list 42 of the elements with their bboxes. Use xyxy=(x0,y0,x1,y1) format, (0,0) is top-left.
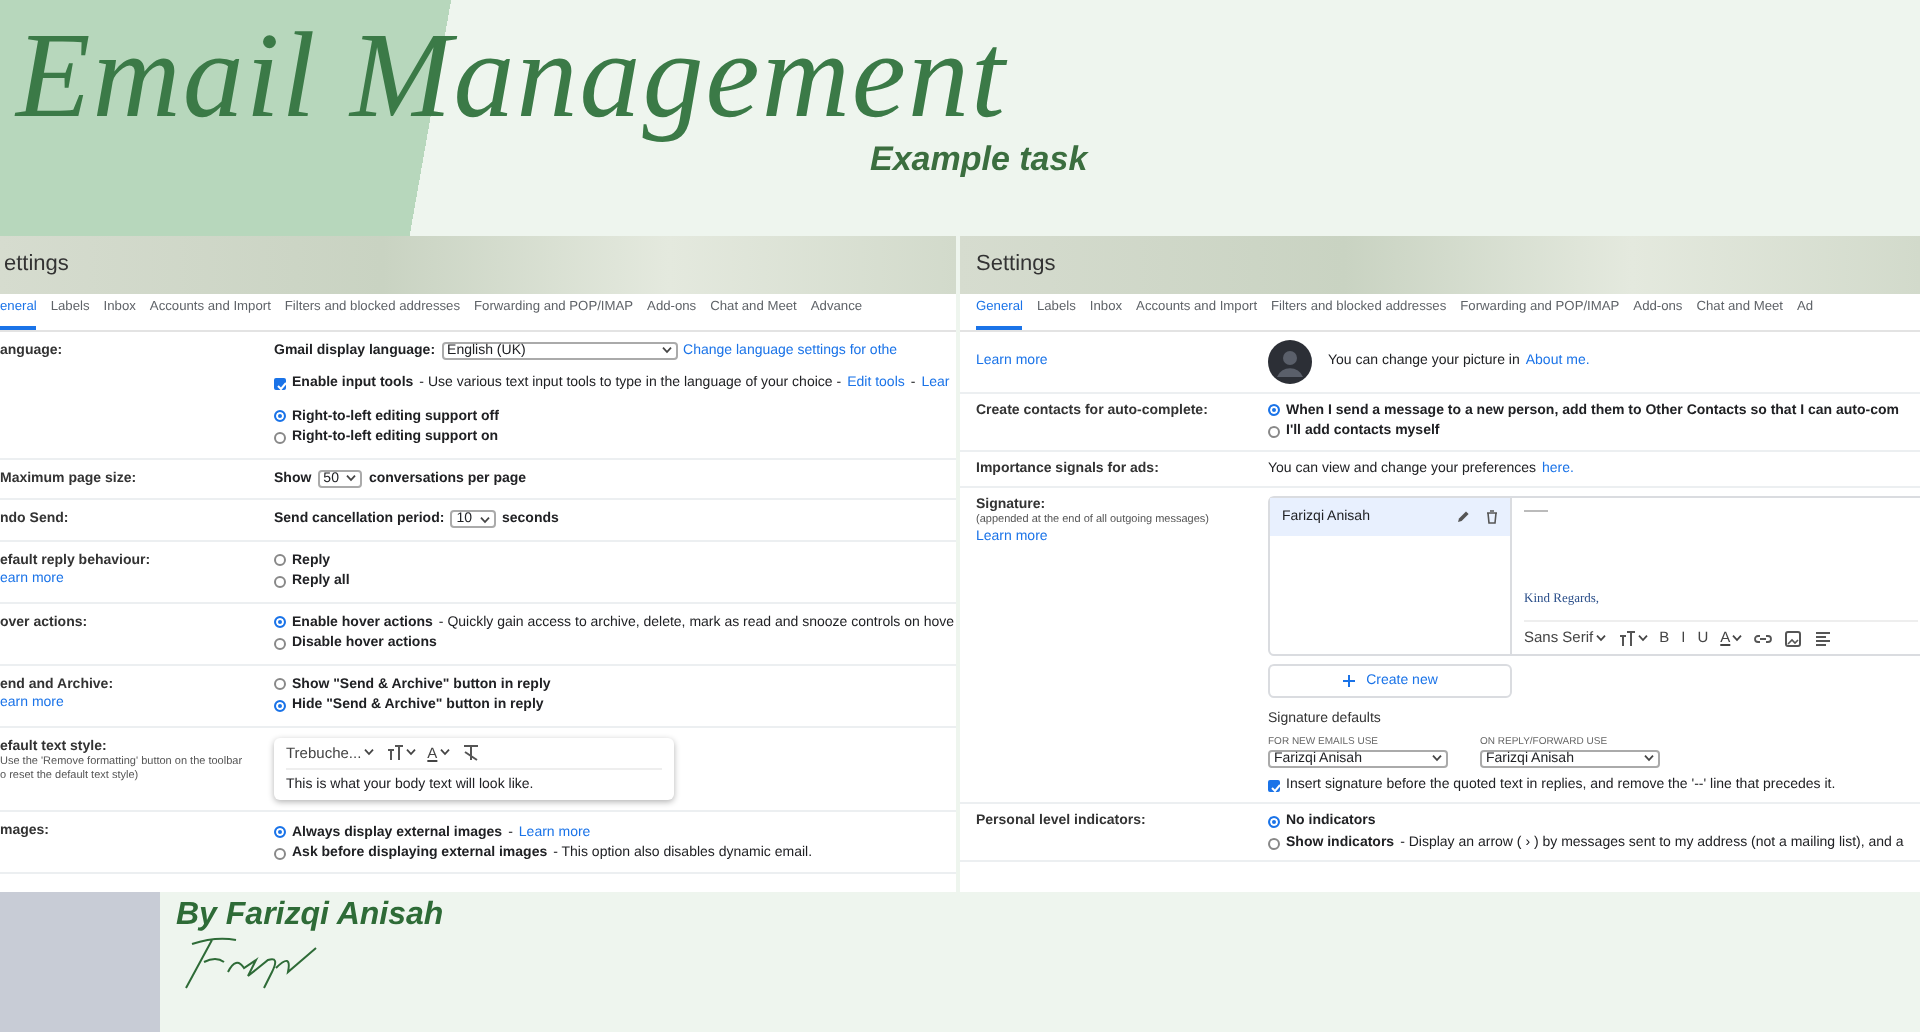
trash-icon[interactable] xyxy=(1486,510,1498,525)
text-size-icon[interactable] xyxy=(385,743,404,762)
radio-button[interactable] xyxy=(274,410,286,423)
caret-icon xyxy=(1637,634,1648,643)
page-title: Email Management xyxy=(16,16,1007,138)
caret-icon xyxy=(439,748,450,757)
checkbox[interactable] xyxy=(274,377,286,390)
panel-title: Settings xyxy=(976,250,1056,280)
radio-button[interactable] xyxy=(274,678,286,691)
radio-button[interactable] xyxy=(1268,837,1280,849)
pencil-icon[interactable] xyxy=(1456,510,1470,525)
caret-icon xyxy=(1595,634,1606,643)
radio-button[interactable] xyxy=(274,637,286,650)
plus-icon xyxy=(1342,674,1357,689)
radio-button[interactable] xyxy=(274,826,286,839)
radio-button[interactable] xyxy=(274,554,286,567)
text-size-icon[interactable] xyxy=(1617,629,1636,648)
image-icon[interactable] xyxy=(1784,629,1803,648)
caret-icon xyxy=(1732,634,1743,643)
radio-button[interactable] xyxy=(1268,425,1280,438)
caret-icon xyxy=(346,474,357,483)
radio-button[interactable] xyxy=(274,431,286,444)
avatar-icon xyxy=(1268,339,1312,384)
radio-button[interactable] xyxy=(274,699,286,712)
panel-title: ettings xyxy=(4,250,69,280)
author-byline: By Farizqi Anisah xyxy=(176,900,444,932)
caret-icon xyxy=(661,346,672,355)
caret-icon xyxy=(1432,754,1442,763)
caret-icon xyxy=(1644,754,1654,763)
caret-icon xyxy=(479,515,490,524)
page-subtitle: Example task xyxy=(870,142,1088,180)
clear-formatting-icon[interactable] xyxy=(461,743,480,762)
caret-icon xyxy=(363,748,374,757)
link-icon[interactable] xyxy=(1754,629,1773,648)
radio-button[interactable] xyxy=(274,847,286,860)
radio-button[interactable] xyxy=(1268,404,1280,417)
radio-button[interactable] xyxy=(274,616,286,629)
checkbox[interactable] xyxy=(1268,779,1280,791)
align-icon[interactable] xyxy=(1814,629,1833,648)
caret-icon xyxy=(405,748,416,757)
radio-button[interactable] xyxy=(1268,816,1280,828)
radio-button[interactable] xyxy=(274,575,286,588)
